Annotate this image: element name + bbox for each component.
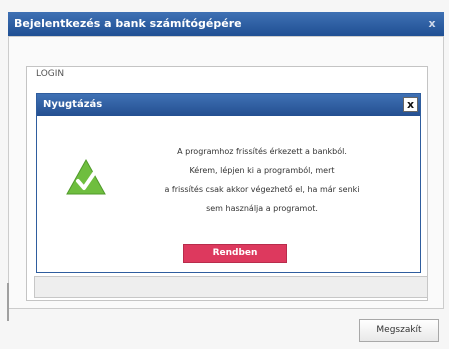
cancel-button[interactable]: Megszakít <box>359 319 439 342</box>
message-line: sem használja a programot. <box>206 204 318 213</box>
confirmation-dialog: Nyugtázás x A programhoz frissítés érkez… <box>36 93 421 273</box>
message-line: Kérem, lépjen ki a programból, mert <box>189 166 335 175</box>
login-label: LOGIN <box>36 69 65 79</box>
window-title-bar: Bejelentkezés a bank számítógépére x <box>8 12 444 36</box>
dialog-title-bar: Nyugtázás <box>37 94 420 116</box>
dialog-close-button[interactable]: x <box>403 97 418 112</box>
dialog-title: Nyugtázás <box>43 99 103 110</box>
dialog-message: A programhoz frissítés érkezett a bankbó… <box>117 142 407 218</box>
message-line: a frissítés csak akkor végezhető el, ha … <box>164 185 360 194</box>
message-line: A programhoz frissítés érkezett a bankbó… <box>177 147 347 156</box>
window-title: Bejelentkezés a bank számítógépére <box>14 17 242 30</box>
login-footer-bar <box>34 276 428 298</box>
app-window: Bejelentkezés a bank számítógépére x LOG… <box>0 0 449 349</box>
window-edge-marker <box>7 283 9 321</box>
ok-button[interactable]: Rendben <box>183 244 287 263</box>
window-close-button[interactable]: x <box>424 12 440 36</box>
warning-check-icon <box>66 158 106 195</box>
